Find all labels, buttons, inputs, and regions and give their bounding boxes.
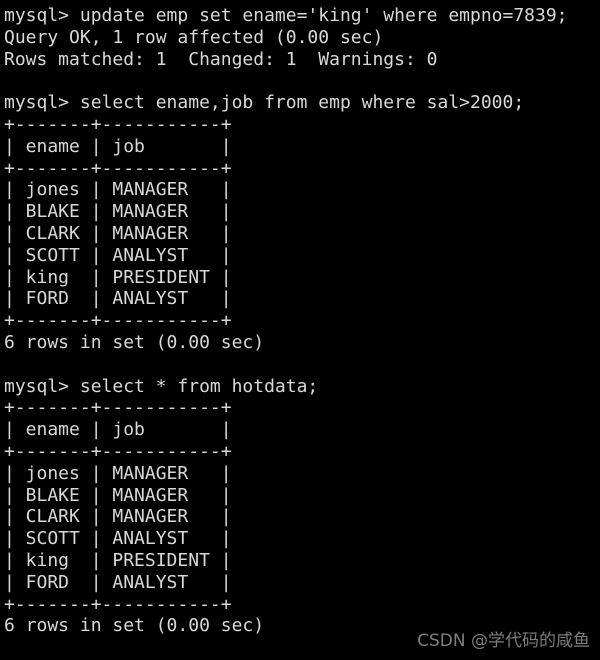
csdn-watermark: CSDN @学代码的咸鱼 — [417, 631, 590, 651]
terminal-window[interactable]: mysql> update emp set ename='king' where… — [0, 0, 600, 660]
terminal-console-output: mysql> update emp set ename='king' where… — [4, 5, 568, 637]
